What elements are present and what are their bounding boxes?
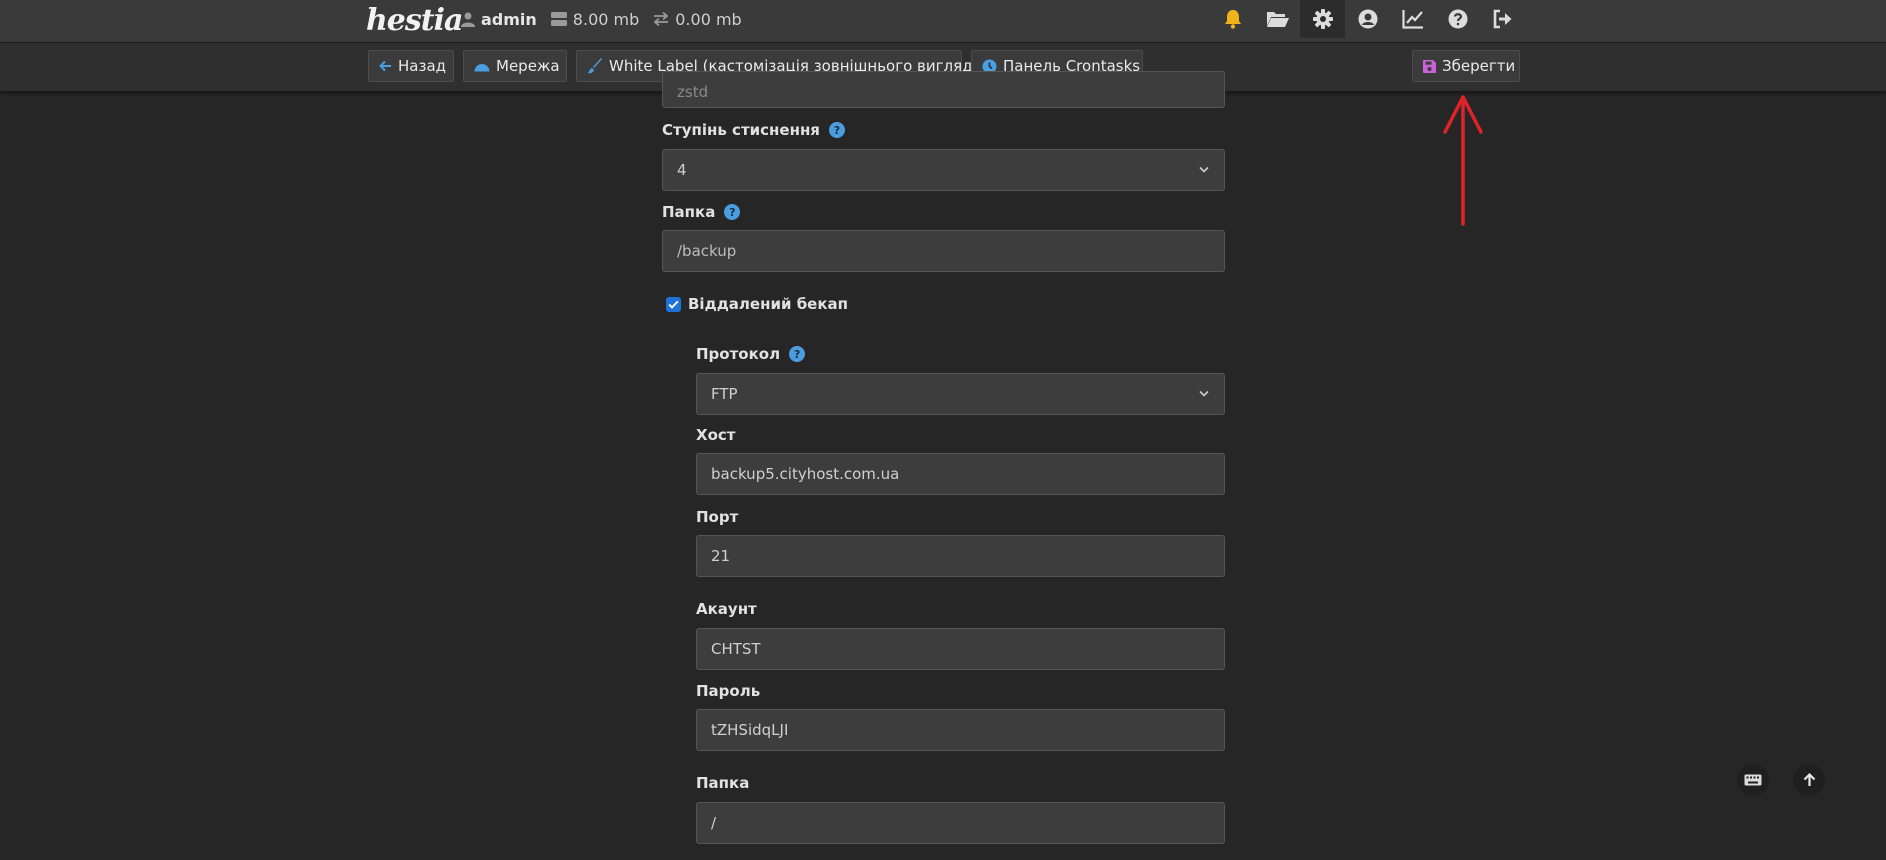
host-label: Хост: [696, 426, 735, 444]
compression-level-label-text: Ступінь стиснення: [662, 121, 820, 139]
disk-usage-value: 8.00 mb: [572, 9, 640, 29]
port-label-text: Порт: [696, 508, 739, 526]
account-value: CHTST: [711, 640, 761, 658]
red-annotation-arrow: [1443, 95, 1483, 226]
host-input[interactable]: backup5.cityhost.com.ua: [696, 453, 1225, 495]
protocol-select[interactable]: FTP: [696, 373, 1225, 415]
remote-folder-label-text: Папка: [696, 774, 750, 792]
password-label-text: Пароль: [696, 682, 761, 700]
question-icon: [1448, 9, 1467, 29]
network-button[interactable]: Мережа: [463, 50, 567, 82]
help-button[interactable]: [1435, 0, 1480, 38]
chevron-down-icon: [1199, 390, 1209, 397]
chevron-down-icon: [1199, 166, 1209, 173]
remote-backup-label[interactable]: Віддалений бекап: [688, 295, 848, 313]
compression-type-value: zstd: [677, 83, 709, 101]
remote-backup-checkbox[interactable]: [666, 297, 681, 312]
paintbrush-icon: [588, 58, 602, 74]
backup-folder-label-text: Папка: [662, 203, 716, 221]
folder-open-icon: [1266, 12, 1289, 27]
logout-icon: [1493, 9, 1511, 29]
disk-usage-stat: 8.00 mb: [550, 9, 640, 29]
scroll-to-top-button[interactable]: [1793, 764, 1825, 796]
hestia-logo[interactable]: hestia: [366, 2, 463, 40]
user-circle-icon: [1358, 9, 1377, 29]
host-label-text: Хост: [696, 426, 736, 444]
user-icon: [461, 12, 475, 27]
user-name-stat[interactable]: admin: [461, 10, 537, 29]
gear-icon: [1312, 9, 1333, 29]
port-input[interactable]: 21: [696, 535, 1225, 577]
hard-drive-icon: [550, 12, 567, 26]
compression-level-value: 4: [677, 161, 687, 179]
host-value: backup5.cityhost.com.ua: [711, 465, 900, 483]
backup-folder-label: Папка ?: [662, 203, 741, 221]
bell-icon: [1224, 10, 1241, 29]
network-icon: [474, 63, 490, 71]
compression-type-select-partial[interactable]: zstd: [662, 71, 1225, 108]
remote-folder-input[interactable]: /: [696, 802, 1225, 844]
floppy-disk-icon: [1423, 59, 1436, 73]
protocol-value: FTP: [711, 385, 738, 403]
arrow-left-icon: [379, 60, 391, 72]
file-manager-button[interactable]: [1255, 0, 1300, 38]
port-label: Порт: [696, 508, 738, 526]
notifications-button[interactable]: [1210, 0, 1255, 38]
back-button[interactable]: Назад: [368, 50, 454, 82]
password-value: tZHSidqLJI: [711, 721, 789, 739]
user-name: admin: [481, 9, 537, 29]
user-account-button[interactable]: [1345, 0, 1390, 38]
help-icon[interactable]: ?: [789, 346, 806, 362]
back-label: Назад: [398, 57, 447, 75]
protocol-label-text: Протокол: [696, 345, 781, 363]
bandwidth-value: 0.00 mb: [675, 9, 742, 29]
backup-folder-value: /backup: [677, 242, 737, 260]
protocol-label: Протокол ?: [696, 345, 806, 363]
chart-line-icon: [1401, 10, 1423, 29]
user-stats: admin 8.00 mb 0.00 mb: [461, 0, 756, 38]
save-button[interactable]: Зберегти: [1412, 50, 1520, 82]
account-label-text: Акаунт: [696, 600, 757, 618]
password-label: Пароль: [696, 682, 760, 700]
remote-backup-label-text: Віддалений бекап: [688, 295, 849, 313]
save-label: Зберегти: [1442, 57, 1516, 75]
compression-level-select[interactable]: 4: [662, 149, 1225, 191]
top-nav-icons: [1210, 0, 1525, 38]
bandwidth-stat: 0.00 mb: [653, 9, 742, 29]
logout-button[interactable]: [1480, 0, 1525, 38]
keyboard-shortcuts-button[interactable]: [1737, 764, 1769, 796]
arrow-up-icon: [1803, 773, 1815, 786]
keyboard-icon: [1744, 774, 1762, 786]
statistics-button[interactable]: [1390, 0, 1435, 38]
password-input[interactable]: tZHSidqLJI: [696, 709, 1225, 751]
remote-folder-value: /: [711, 814, 717, 832]
server-settings-button[interactable]: [1300, 0, 1345, 38]
transfer-arrows-icon: [653, 12, 669, 26]
network-label: Мережа: [496, 57, 560, 75]
backup-folder-input[interactable]: /backup: [662, 230, 1225, 272]
checkmark-icon: [668, 300, 679, 309]
help-icon[interactable]: ?: [724, 204, 741, 220]
remote-folder-label: Папка: [696, 774, 749, 792]
help-icon[interactable]: ?: [828, 122, 845, 138]
account-label: Акаунт: [696, 600, 757, 618]
account-input[interactable]: CHTST: [696, 628, 1225, 670]
top-bar: hestia admin 8.00 mb 0.00 mb: [0, 0, 1886, 43]
compression-level-label: Ступінь стиснення ?: [662, 121, 845, 139]
port-value: 21: [711, 547, 731, 565]
